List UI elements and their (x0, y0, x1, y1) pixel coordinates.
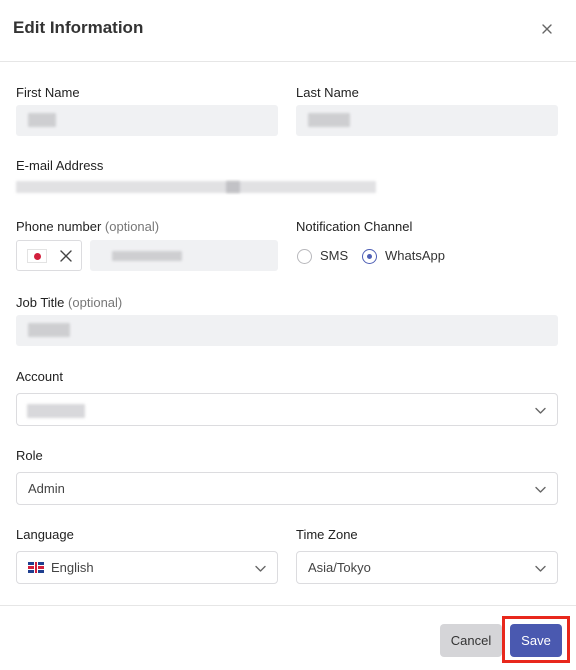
account-label: Account (16, 369, 63, 384)
job-title-label: Job Title (optional) (16, 295, 122, 310)
chevron-down-icon (535, 486, 546, 493)
edit-information-dialog: Edit Information First Name Last Name E-… (0, 0, 576, 670)
close-button[interactable] (538, 20, 556, 38)
account-select[interactable] (16, 393, 558, 426)
cancel-button[interactable]: Cancel (440, 624, 502, 657)
chevron-down-icon (535, 565, 546, 572)
redacted-value (28, 113, 56, 127)
chevron-down-icon (535, 407, 546, 414)
language-select[interactable]: English (16, 551, 278, 584)
japan-flag-icon (27, 249, 47, 263)
clear-icon[interactable] (59, 249, 73, 263)
role-label: Role (16, 448, 43, 463)
timezone-select[interactable]: Asia/Tokyo (296, 551, 558, 584)
redacted-value (308, 113, 350, 127)
timezone-label: Time Zone (296, 527, 358, 542)
save-button[interactable]: Save (510, 624, 562, 657)
country-code-select[interactable] (16, 240, 82, 271)
email-label: E-mail Address (16, 158, 104, 173)
redacted-value (28, 323, 70, 337)
timezone-value: Asia/Tokyo (308, 560, 371, 575)
phone-label-text: Phone number (16, 219, 102, 234)
language-label: Language (16, 527, 74, 542)
language-value: English (51, 560, 94, 575)
last-name-label: Last Name (296, 85, 359, 100)
first-name-label: First Name (16, 85, 80, 100)
last-name-input[interactable] (296, 105, 558, 136)
redacted-value (16, 181, 376, 193)
sms-radio[interactable] (297, 249, 312, 264)
redacted-value (226, 181, 240, 193)
whatsapp-radio[interactable] (362, 249, 377, 264)
job-title-optional-text: (optional) (68, 295, 123, 310)
phone-input[interactable] (90, 240, 278, 271)
whatsapp-radio-label[interactable]: WhatsApp (385, 248, 445, 263)
email-field[interactable] (16, 176, 378, 198)
close-icon (542, 24, 552, 34)
job-title-input[interactable] (16, 315, 558, 346)
phone-label: Phone number (optional) (16, 219, 159, 234)
dialog-header: Edit Information (0, 0, 576, 62)
notification-channel-label: Notification Channel (296, 219, 413, 234)
redacted-value (112, 251, 182, 261)
role-select[interactable]: Admin (16, 472, 558, 505)
role-value: Admin (28, 481, 65, 496)
redacted-value (27, 404, 85, 418)
dialog-title: Edit Information (13, 18, 144, 37)
job-title-label-text: Job Title (16, 295, 65, 310)
phone-optional-text: (optional) (104, 219, 160, 234)
sms-radio-label[interactable]: SMS (320, 248, 348, 263)
chevron-down-icon (255, 565, 266, 572)
uk-flag-icon (28, 562, 44, 573)
first-name-input[interactable] (16, 105, 278, 136)
